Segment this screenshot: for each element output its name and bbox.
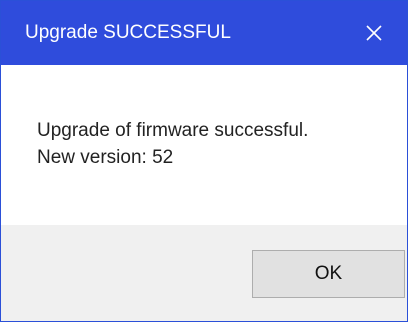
message-line-1: Upgrade of firmware successful. <box>37 120 309 141</box>
dialog-footer: OK <box>1 225 407 321</box>
close-button[interactable] <box>343 1 407 65</box>
dialog-message: Upgrade of firmware successful. New vers… <box>37 117 308 171</box>
dialog-content: Upgrade of firmware successful. New vers… <box>1 65 407 225</box>
upgrade-dialog: Upgrade SUCCESSFUL Upgrade of firmware s… <box>0 0 408 322</box>
message-line-2: New version: 52 <box>37 147 174 168</box>
dialog-titlebar: Upgrade SUCCESSFUL <box>1 1 407 65</box>
dialog-title: Upgrade SUCCESSFUL <box>25 22 231 43</box>
close-icon <box>366 25 382 41</box>
ok-button[interactable]: OK <box>252 250 405 298</box>
